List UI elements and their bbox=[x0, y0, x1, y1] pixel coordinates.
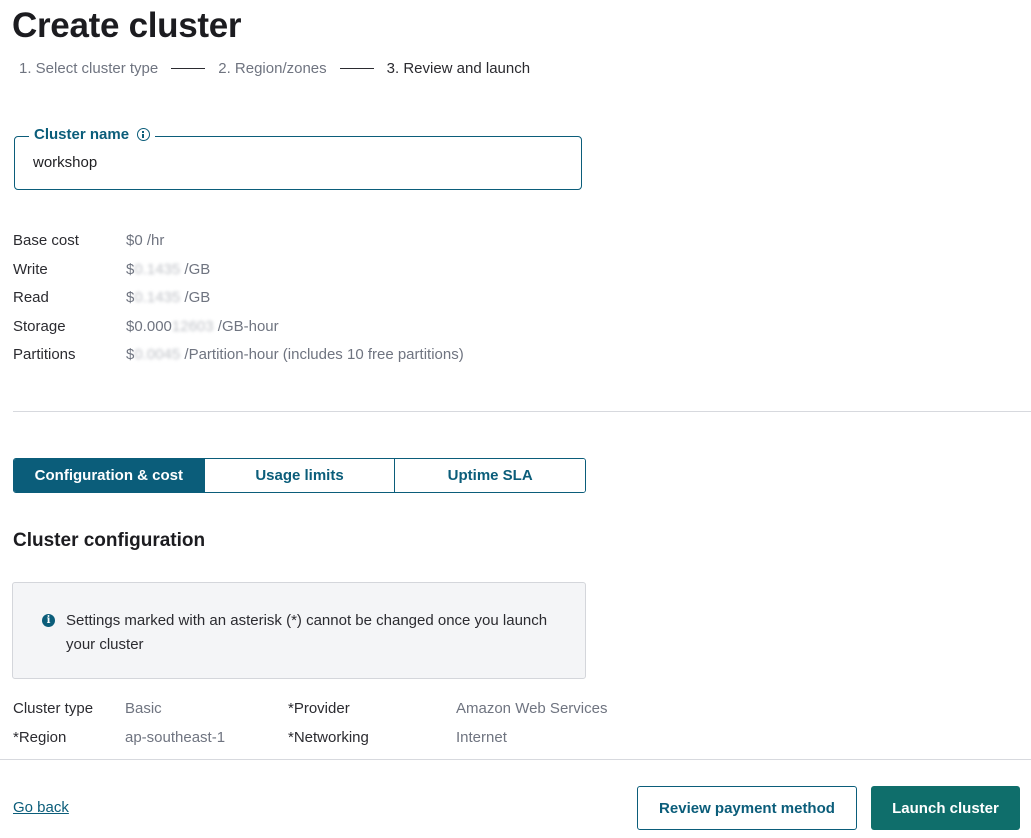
page-title: Create cluster bbox=[12, 6, 242, 45]
tab-uptime-sla[interactable]: Uptime SLA bbox=[395, 459, 585, 492]
cost-row-storage: Storage $0.00012603 /GB-hour bbox=[13, 318, 464, 347]
go-back-link[interactable]: Go back bbox=[13, 799, 69, 816]
info-icon[interactable] bbox=[137, 128, 151, 141]
cost-label: Storage bbox=[13, 317, 66, 335]
cost-value: $0.00012603 /GB-hour bbox=[126, 317, 279, 335]
cost-value: $0.1435 /GB bbox=[126, 260, 211, 278]
cost-value: $0.1435 /GB bbox=[126, 289, 211, 306]
cluster-name-label-text: Cluster name bbox=[34, 126, 130, 143]
cost-row-partitions: Partitions $0.0045 /Partition-hour (incl… bbox=[13, 346, 464, 375]
review-payment-method-button[interactable]: Review payment method bbox=[637, 786, 857, 830]
step-select-cluster-type[interactable]: 1. Select cluster type bbox=[19, 60, 158, 77]
section-divider bbox=[13, 411, 1031, 412]
notice-text: Settings marked with an asterisk (*) can… bbox=[66, 612, 548, 653]
config-key: Cluster type bbox=[13, 700, 94, 717]
info-filled-icon: i bbox=[42, 614, 55, 627]
cost-row-read: Read $0.1435 /GB bbox=[13, 289, 464, 318]
cost-summary: Base cost $0 /hr Write $0.1435 /GB Read … bbox=[13, 232, 464, 375]
cluster-name-field: Cluster name bbox=[14, 126, 582, 190]
cluster-name-input[interactable] bbox=[33, 154, 563, 171]
config-value: Basic bbox=[125, 700, 162, 717]
config-key: *Networking bbox=[288, 729, 369, 746]
cost-value: $0 /hr bbox=[126, 232, 165, 249]
redacted-value: 12603 bbox=[171, 317, 214, 335]
launch-cluster-button[interactable]: Launch cluster bbox=[871, 786, 1020, 830]
cluster-name-label: Cluster name bbox=[29, 126, 156, 143]
cost-value: $0.0045 /Partition-hour (includes 10 fre… bbox=[126, 346, 464, 363]
cost-row-base: Base cost $0 /hr bbox=[13, 232, 464, 261]
config-value: ap-southeast-1 bbox=[125, 729, 226, 746]
wizard-stepper: 1. Select cluster type 2. Region/zones 3… bbox=[19, 60, 530, 77]
cost-label: Base cost bbox=[13, 232, 79, 249]
cost-row-write: Write $0.1435 /GB bbox=[13, 261, 464, 290]
cost-label: Read bbox=[13, 289, 49, 306]
config-key: *Provider bbox=[288, 700, 350, 717]
details-tabs: Configuration & cost Usage limits Uptime… bbox=[13, 458, 586, 493]
settings-notice: i Settings marked with an asterisk (*) c… bbox=[12, 582, 586, 679]
tab-configuration-cost[interactable]: Configuration & cost bbox=[14, 459, 205, 492]
cost-label: Write bbox=[13, 260, 48, 278]
section-title: Cluster configuration bbox=[13, 530, 206, 551]
redacted-value: 0.1435 bbox=[134, 260, 181, 278]
tab-usage-limits[interactable]: Usage limits bbox=[204, 459, 396, 492]
redacted-value: 0.0045 bbox=[134, 346, 181, 363]
cost-label: Partitions bbox=[13, 346, 76, 363]
config-value: Internet bbox=[456, 729, 507, 746]
step-connector bbox=[339, 68, 374, 69]
redacted-value: 0.1435 bbox=[134, 289, 181, 306]
step-region-zones[interactable]: 2. Region/zones bbox=[218, 60, 326, 77]
footer-divider bbox=[0, 759, 1031, 760]
config-value: Amazon Web Services bbox=[456, 700, 608, 717]
config-key: *Region bbox=[13, 729, 67, 746]
step-review-and-launch: 3. Review and launch bbox=[386, 60, 531, 77]
step-connector bbox=[171, 68, 206, 69]
